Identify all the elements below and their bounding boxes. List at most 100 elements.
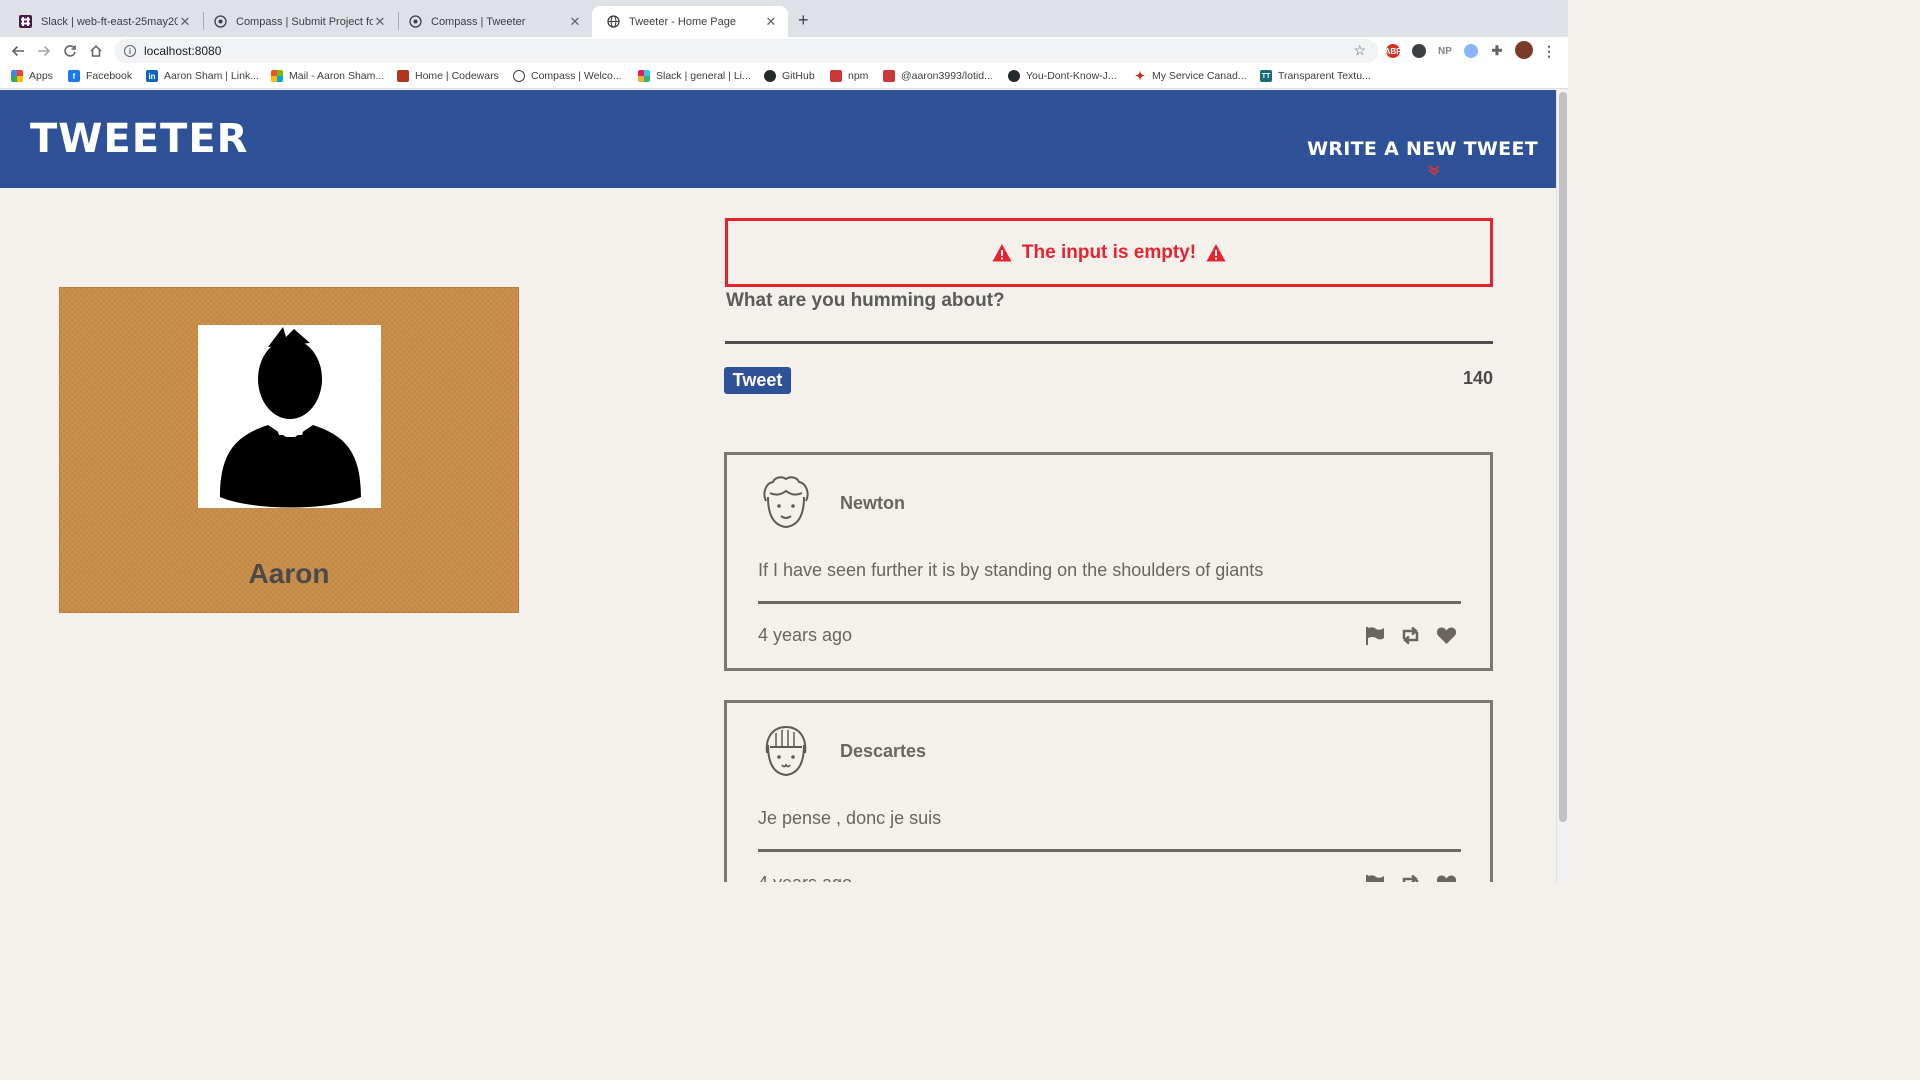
bookmark-ydkjs[interactable]: You-Dont-Know-J...: [1008, 70, 1117, 82]
flag-icon[interactable]: [1364, 625, 1385, 646]
tweet-author-name: Descartes: [840, 741, 927, 761]
page-scrollbar[interactable]: [1556, 90, 1568, 882]
new-tab-button[interactable]: +: [798, 10, 809, 31]
puzzle-extensions-icon[interactable]: ✚: [1490, 43, 1504, 58]
tweet-card: Descartes Je pense , donc je suis 4 year…: [724, 700, 1493, 882]
bookmark-slack[interactable]: Slack | general | Li...: [638, 70, 751, 82]
tab-title: Compass | Submit Project for E...: [236, 15, 373, 28]
tab-title: Tweeter - Home Page: [629, 15, 736, 28]
extension-icon[interactable]: [1464, 44, 1478, 58]
heart-icon[interactable]: [1436, 873, 1457, 882]
profile-name: Aaron: [248, 558, 330, 589]
tweet-timestamp: 4 years ago: [758, 873, 852, 882]
retweet-icon[interactable]: [1400, 873, 1421, 882]
flag-icon[interactable]: [1364, 873, 1385, 882]
bookmark-apps[interactable]: Apps: [11, 70, 53, 82]
close-tab-icon[interactable]: ✕: [178, 14, 192, 30]
write-new-tweet-button[interactable]: Write a new tweet: [1307, 138, 1538, 160]
close-tab-icon[interactable]: ✕: [568, 14, 582, 30]
tab-compass-submit[interactable]: Compass | Submit Project for E... ✕: [199, 6, 397, 37]
back-arrow-icon: [11, 45, 24, 57]
forward-arrow-icon: [38, 45, 51, 57]
profile-avatar[interactable]: [1515, 41, 1533, 59]
newton-avatar-icon: [763, 476, 809, 529]
address-bar[interactable]: i localhost:8080 ☆: [114, 39, 1378, 63]
tweet-divider: [758, 601, 1461, 604]
bookmark-service-canada[interactable]: ✦ My Service Canad...: [1134, 69, 1247, 83]
bookmark-transparent-textures[interactable]: TT Transparent Textu...: [1260, 70, 1371, 82]
tweet-input[interactable]: [725, 312, 1493, 344]
tweeter-page: Tweeter Write a new tweet Aaron The inpu…: [0, 90, 1556, 882]
codewars-icon: [397, 70, 409, 82]
profile-card: Aaron: [59, 287, 519, 613]
microsoft-icon: [271, 70, 283, 82]
close-tab-icon[interactable]: ✕: [764, 14, 778, 30]
adblock-extension-icon[interactable]: ABP: [1385, 44, 1401, 58]
bookmarks-bar: Apps f Facebook in Aaron Sham | Link... Ma…: [0, 65, 1568, 89]
home-button[interactable]: [86, 41, 106, 61]
back-button[interactable]: [8, 41, 28, 61]
bookmark-lotide[interactable]: @aaron3993/lotid...: [883, 70, 993, 82]
extension-icon[interactable]: [1412, 44, 1426, 58]
tweet-timestamp: 4 years ago: [758, 625, 853, 645]
tweet-divider: [758, 849, 1461, 852]
menu-kebab-icon[interactable]: ⋮: [1542, 43, 1556, 59]
compass-icon: [408, 15, 422, 29]
descartes-avatar-icon: [765, 725, 807, 777]
error-banner: The input is empty!: [725, 218, 1493, 287]
browser-toolbar: i localhost:8080 ☆ ABP NP ✚ ⋮: [0, 37, 1568, 65]
slack-icon: [638, 70, 650, 82]
compose-prompt: What are you humming about?: [726, 290, 1005, 311]
compass-icon: [513, 70, 525, 82]
warning-icon: [1206, 243, 1226, 261]
reload-icon: [64, 45, 76, 57]
np-extension-icon[interactable]: NP: [1436, 44, 1454, 58]
tweet-text: If I have seen further it is by standing…: [758, 560, 1264, 580]
top-nav: Tweeter Write a new tweet: [0, 90, 1556, 188]
tweet-actions: [1364, 873, 1457, 882]
close-tab-icon[interactable]: ✕: [373, 14, 387, 30]
tab-title: Compass | Tweeter: [431, 15, 526, 28]
tweet-author-name: Newton: [840, 493, 905, 513]
tab-slack[interactable]: Slack | web-ft-east-25may2020 ✕: [4, 6, 202, 37]
retweet-icon[interactable]: [1400, 625, 1421, 646]
heart-icon[interactable]: [1436, 625, 1457, 646]
forward-button[interactable]: [34, 41, 54, 61]
home-icon: [90, 45, 102, 57]
character-counter: 140: [1462, 368, 1493, 388]
compass-icon: [213, 15, 227, 29]
tweet-actions: [1364, 625, 1457, 646]
scrollbar-thumb[interactable]: [1559, 92, 1567, 822]
github-icon: [1008, 70, 1020, 82]
avatar: [198, 325, 381, 508]
bookmark-npm[interactable]: npm: [830, 70, 868, 82]
tab-tweeter-home[interactable]: Tweeter - Home Page ✕: [592, 6, 788, 37]
tweet-button[interactable]: Tweet: [724, 367, 791, 394]
bookmark-compass[interactable]: Compass | Welco...: [513, 70, 622, 82]
bookmark-mail[interactable]: Mail - Aaron Sham...: [271, 70, 384, 82]
tt-icon: TT: [1260, 70, 1272, 82]
url-text: localhost:8080: [144, 44, 222, 58]
slack-icon: [18, 15, 32, 29]
github-icon: [764, 70, 776, 82]
bookmark-github[interactable]: GitHub: [764, 70, 815, 82]
tweet-card: Newton If I have seen further it is by s…: [724, 452, 1493, 671]
canada-flag-icon: ✦: [1134, 69, 1146, 83]
brand-logo[interactable]: Tweeter: [30, 116, 248, 162]
npm-icon: [830, 70, 842, 82]
reload-button[interactable]: [60, 41, 80, 61]
globe-icon: [606, 15, 620, 29]
bookmark-linkedin[interactable]: in Aaron Sham | Link...: [146, 70, 259, 82]
bookmark-codewars[interactable]: Home | Codewars: [397, 70, 499, 82]
linkedin-icon: in: [146, 70, 158, 82]
apps-grid-icon: [11, 70, 23, 82]
bookmark-facebook[interactable]: f Facebook: [68, 70, 132, 82]
warning-icon: [992, 243, 1012, 261]
tab-compass-tweeter[interactable]: Compass | Tweeter ✕: [394, 6, 592, 37]
bookmark-star-icon[interactable]: ☆: [1353, 42, 1366, 59]
tweet-text: Je pense , donc je suis: [758, 808, 942, 828]
site-info-icon[interactable]: i: [124, 45, 136, 57]
tab-title: Slack | web-ft-east-25may2020: [41, 15, 178, 28]
chevron-down-icon[interactable]: [1428, 164, 1440, 178]
error-message: The input is empty!: [1021, 241, 1197, 263]
